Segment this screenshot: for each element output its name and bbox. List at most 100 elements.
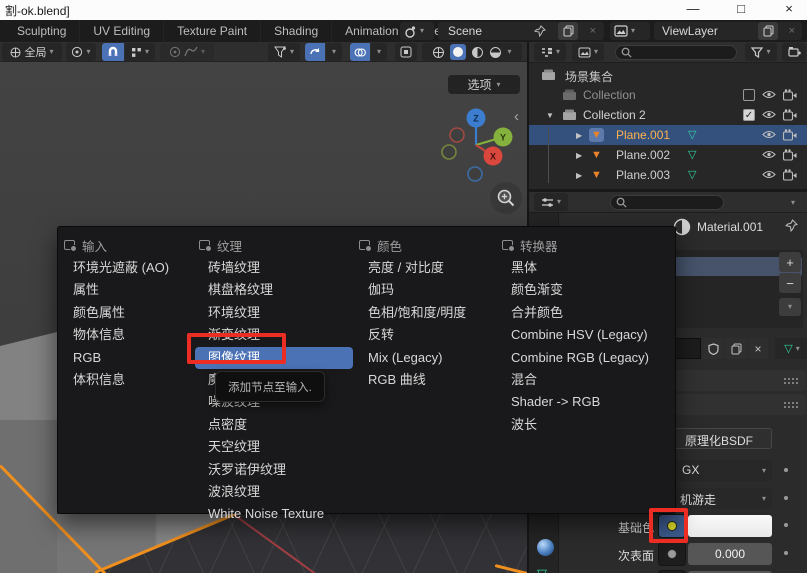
outliner-filter-dropdown[interactable]: ▾ (745, 43, 777, 61)
rendered-shading-icon[interactable] (489, 46, 502, 59)
transform-orientation-dropdown[interactable]: 全局 ▾ (2, 43, 62, 61)
workspace-tab-shading[interactable]: Shading (261, 20, 332, 42)
wireframe-shading-icon[interactable] (432, 46, 445, 59)
material-shading-icon[interactable] (471, 46, 484, 59)
snap-toggle[interactable] (102, 43, 124, 61)
overlays-dropdown[interactable]: ▾ (371, 43, 387, 61)
menu-item-合并颜色[interactable]: 合并颜色 (498, 302, 670, 324)
viewport-zoom-button[interactable] (490, 182, 522, 214)
duplicate-material-button[interactable] (725, 338, 747, 359)
unlink-material-button[interactable]: × (748, 338, 768, 359)
menu-item-shader-rgb[interactable]: Shader -> RGB (498, 391, 670, 413)
properties-options-dropdown[interactable]: ▾ (791, 199, 795, 207)
material-link-dropdown[interactable]: ▽ ▾ (775, 338, 807, 359)
menu-item-颜色属性[interactable]: 颜色属性 (60, 302, 195, 324)
menu-item-颜色渐变[interactable]: 颜色渐变 (498, 279, 670, 301)
pin-icon[interactable] (785, 219, 798, 232)
selectability-filter-dropdown[interactable]: ▾ (268, 43, 300, 61)
base-color-swatch[interactable] (688, 515, 772, 537)
menu-item-combine-hsv-legacy-[interactable]: Combine HSV (Legacy) (498, 324, 670, 346)
workspace-tab-sculpting[interactable]: Sculpting (4, 20, 80, 42)
animate-dot[interactable] (784, 551, 788, 555)
disclosure-triangle[interactable]: ▶ (576, 171, 582, 180)
new-collection-button[interactable] (782, 43, 806, 61)
menu-item-色相-饱和度-明度[interactable]: 色相/饱和度/明度 (355, 302, 500, 324)
menu-item-砖墙纹理[interactable]: 砖墙纹理 (195, 257, 353, 279)
copy-viewlayer-button[interactable] (758, 22, 778, 40)
gizmos-toggle[interactable] (305, 43, 325, 61)
gizmos-dropdown[interactable]: ▾ (326, 43, 342, 61)
menu-item-混合[interactable]: 混合 (498, 369, 670, 391)
menu-item-rgb[interactable]: RGB (60, 347, 195, 369)
menu-item-环境纹理[interactable]: 环境纹理 (195, 302, 353, 324)
outliner-row-场景集合[interactable]: 场景集合 (529, 65, 807, 85)
animate-dot[interactable] (784, 523, 788, 527)
outliner-editor-type-dropdown[interactable]: ▾ (534, 43, 566, 61)
animate-dot[interactable] (784, 468, 788, 472)
material-slot-specials-dropdown[interactable]: ▾ (779, 298, 801, 316)
panel-grip[interactable] (783, 401, 798, 409)
menu-item-mix-legacy-[interactable]: Mix (Legacy) (355, 347, 500, 369)
copy-scene-button[interactable] (558, 22, 578, 40)
camera-visibility-icon[interactable] (783, 109, 797, 121)
camera-visibility-icon[interactable] (783, 169, 797, 181)
collection-checkbox[interactable]: ✓ (743, 109, 755, 121)
pin-icon[interactable] (534, 25, 546, 37)
properties-search-input[interactable] (610, 195, 724, 210)
viewlayer-browse-button[interactable]: ▾ (610, 22, 650, 40)
menu-item-物体信息[interactable]: 物体信息 (60, 324, 195, 346)
fake-user-button[interactable] (702, 338, 724, 359)
disclosure-triangle[interactable]: ▶ (576, 151, 582, 160)
eye-icon[interactable] (762, 88, 776, 101)
outliner-display-mode-dropdown[interactable]: ▾ (572, 43, 604, 61)
overlays-toggle[interactable] (350, 43, 370, 61)
outliner-row-plane-001[interactable]: ▶▼Plane.001▽ (529, 125, 807, 145)
menu-item-波浪纹理[interactable]: 波浪纹理 (195, 481, 353, 503)
menu-item-combine-rgb-legacy-[interactable]: Combine RGB (Legacy) (498, 347, 670, 369)
outliner-row-collection-2[interactable]: ▼Collection 2✓ (529, 105, 807, 125)
eye-icon[interactable] (762, 128, 776, 141)
menu-item-点密度[interactable]: 点密度 (195, 414, 353, 436)
material-tab-icon[interactable] (537, 539, 554, 556)
object-data-tab-icon[interactable]: ▽ (537, 566, 547, 573)
remove-viewlayer-icon[interactable]: × (789, 25, 795, 37)
menu-item-波长[interactable]: 波长 (498, 414, 670, 436)
menu-item-棋盘格纹理[interactable]: 棋盘格纹理 (195, 279, 353, 301)
snap-target-dropdown[interactable]: ▾ (125, 43, 155, 61)
eye-icon[interactable] (762, 108, 776, 121)
workspace-tab-texture-paint[interactable]: Texture Paint (164, 20, 261, 42)
menu-item-黑体[interactable]: 黑体 (498, 257, 670, 279)
properties-editor-type-dropdown[interactable]: ▾ (534, 193, 568, 211)
camera-visibility-icon[interactable] (783, 129, 797, 141)
solid-shading-toggle[interactable] (450, 44, 466, 60)
eye-icon[interactable] (762, 168, 776, 181)
add-material-slot-button[interactable]: + (779, 252, 801, 272)
disclosure-triangle[interactable]: ▶ (576, 131, 582, 140)
panel-grip[interactable] (783, 377, 798, 385)
unlink-scene-icon[interactable]: × (590, 25, 596, 37)
menu-item-天空纹理[interactable]: 天空纹理 (195, 436, 353, 458)
menu-item-rgb-曲线[interactable]: RGB 曲线 (355, 369, 500, 391)
menu-item-属性[interactable]: 属性 (60, 279, 195, 301)
disclosure-triangle[interactable]: ▼ (546, 111, 554, 120)
eye-icon[interactable] (762, 148, 776, 161)
outliner-row-plane-002[interactable]: ▶▼Plane.002▽ (529, 145, 807, 165)
outliner-row-plane-003[interactable]: ▶▼Plane.003▽ (529, 165, 807, 185)
menu-item-white-noise-texture[interactable]: White Noise Texture (195, 503, 353, 525)
navigation-gizmo[interactable]: Z Y X (435, 106, 520, 191)
remove-material-slot-button[interactable]: − (779, 273, 801, 293)
subsurface-value-field[interactable]: 0.000 (688, 543, 772, 565)
menu-item-体积信息[interactable]: 体积信息 (60, 369, 195, 391)
animate-dot[interactable] (784, 496, 788, 500)
viewport-options-button[interactable]: 选项 ▾ (448, 75, 520, 94)
camera-visibility-icon[interactable] (783, 149, 797, 161)
menu-item-环境光遮蔽-ao-[interactable]: 环境光遮蔽 (AO) (60, 257, 195, 279)
menu-item-反转[interactable]: 反转 (355, 324, 500, 346)
menu-item-沃罗诺伊纹理[interactable]: 沃罗诺伊纹理 (195, 459, 353, 481)
subsurface-socket-button[interactable] (658, 542, 686, 566)
gizmo-neg-z-ball[interactable] (468, 167, 482, 181)
menu-item-伽玛[interactable]: 伽玛 (355, 279, 500, 301)
close-button[interactable]: × (774, 1, 804, 16)
maximize-button[interactable]: □ (726, 1, 756, 16)
outliner-search-input[interactable] (615, 45, 737, 60)
